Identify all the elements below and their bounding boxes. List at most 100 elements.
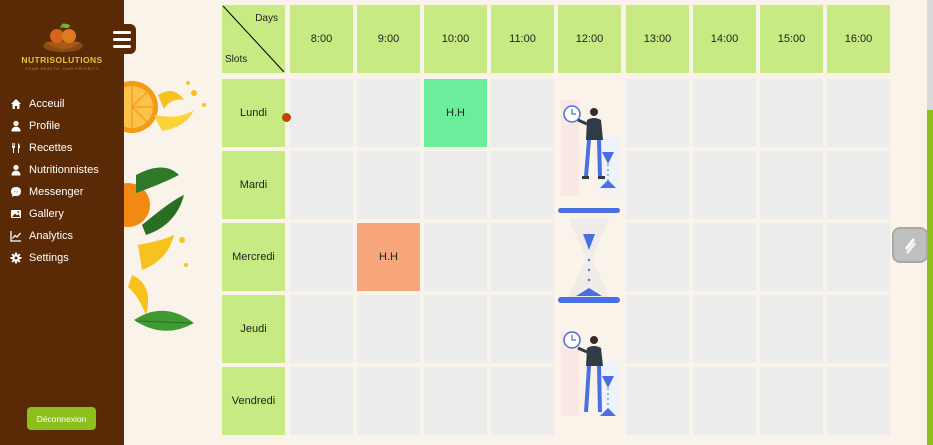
time-header: 16:00	[827, 5, 890, 73]
current-time-indicator	[282, 113, 291, 122]
sidebar-item-label: Profile	[29, 120, 61, 132]
slot-cell[interactable]	[827, 151, 890, 219]
slot-cell[interactable]	[760, 223, 823, 291]
gear-icon	[10, 252, 22, 264]
slot-cell[interactable]	[290, 223, 353, 291]
corner-days-label: Days	[255, 13, 278, 24]
logout-button[interactable]: Déconnexion	[27, 407, 96, 430]
hamburger-icon-bar	[113, 44, 131, 48]
sidebar-item-label: Messenger	[29, 186, 84, 198]
slot-cell[interactable]	[626, 295, 689, 363]
sidebar-item-label: Nutritionnistes	[29, 164, 99, 176]
hamburger-icon-bar	[113, 30, 131, 34]
slot-cell[interactable]	[424, 223, 487, 291]
logo-bowl-icon	[43, 23, 83, 52]
slot-cell[interactable]	[491, 295, 554, 363]
user-icon	[10, 164, 22, 176]
hamburger-icon-bar	[113, 37, 131, 41]
slot-cell[interactable]	[424, 295, 487, 363]
image-icon	[10, 208, 22, 220]
slot-cell[interactable]	[760, 151, 823, 219]
slot-cell[interactable]	[290, 151, 353, 219]
person-waiting-illustration	[556, 312, 622, 424]
sidebar-item-messenger[interactable]: Messenger	[0, 181, 124, 203]
user-icon	[10, 120, 22, 132]
slot-cell[interactable]	[491, 223, 554, 291]
slot-cell[interactable]	[626, 79, 689, 147]
slot-cell[interactable]	[290, 295, 353, 363]
slot-cell[interactable]	[760, 295, 823, 363]
sidebar-item-label: Acceuil	[29, 98, 65, 110]
sidebar-item-acceuil[interactable]: Acceuil	[0, 93, 124, 115]
time-header: 15:00	[760, 5, 823, 73]
person-waiting-illustration	[556, 80, 622, 216]
scrollbar-thumb[interactable]	[927, 110, 933, 445]
slot-cell[interactable]	[357, 79, 420, 147]
slot-cell[interactable]	[357, 295, 420, 363]
sidebar-item-gallery[interactable]: Gallery	[0, 203, 124, 225]
sidebar-item-label: Settings	[29, 252, 69, 264]
slot-cell[interactable]	[693, 223, 756, 291]
slot-cell[interactable]	[827, 79, 890, 147]
sidebar-item-label: Analytics	[29, 230, 74, 242]
sidebar-item-recettes[interactable]: Recettes	[0, 137, 124, 159]
slot-cell[interactable]	[357, 151, 420, 219]
slot-cell[interactable]	[424, 367, 487, 435]
slot-cell[interactable]	[827, 367, 890, 435]
sidebar-nav: Acceuil Profile Recettes Nutritionnistes…	[0, 93, 124, 269]
slot-cell[interactable]	[290, 367, 353, 435]
logo: NUTRISOLUTIONS YOUR HEALTH, OUR PRIORITY	[16, 18, 108, 76]
slot-cell[interactable]	[357, 367, 420, 435]
orange-splash-decoration	[124, 81, 206, 331]
time-header: 12:00	[558, 5, 621, 73]
slot-cell[interactable]	[290, 79, 353, 147]
sidebar-item-profile[interactable]: Profile	[0, 115, 124, 137]
stripe-logo-icon	[905, 238, 916, 254]
sidebar-item-label: Recettes	[29, 142, 73, 154]
floating-widget-button[interactable]	[892, 227, 928, 263]
time-header: 9:00	[357, 5, 420, 73]
brand-name: NUTRISOLUTIONS	[21, 55, 103, 65]
slot-cell[interactable]	[760, 367, 823, 435]
slot-cell-booked[interactable]: H.H	[424, 79, 487, 147]
utensils-icon	[10, 142, 22, 154]
slot-cell[interactable]	[491, 367, 554, 435]
slot-cell[interactable]	[626, 151, 689, 219]
sidebar-item-nutritionnistes[interactable]: Nutritionnistes	[0, 159, 124, 181]
slot-cell[interactable]	[760, 79, 823, 147]
slot-cell[interactable]	[693, 151, 756, 219]
chart-line-icon	[10, 230, 22, 242]
slot-cell[interactable]	[693, 295, 756, 363]
day-header: Mardi	[222, 151, 285, 219]
slot-cell-booked[interactable]: H.H	[357, 223, 420, 291]
day-header: Lundi	[222, 79, 285, 147]
sidebar-item-label: Gallery	[29, 208, 64, 220]
slot-cell[interactable]	[424, 151, 487, 219]
time-header: 11:00	[491, 5, 554, 73]
slot-cell[interactable]	[827, 295, 890, 363]
day-header: Jeudi	[222, 295, 285, 363]
slot-cell[interactable]	[827, 223, 890, 291]
slot-cell[interactable]	[693, 79, 756, 147]
time-header: 8:00	[290, 5, 353, 73]
timetable-corner: Days Slots	[222, 5, 285, 73]
home-icon	[10, 98, 22, 110]
corner-slots-label: Slots	[225, 54, 248, 65]
slot-cell[interactable]	[693, 367, 756, 435]
messenger-icon	[10, 186, 22, 198]
day-header: Vendredi	[222, 367, 285, 435]
time-header: 10:00	[424, 5, 487, 73]
slot-cell[interactable]	[491, 151, 554, 219]
time-header: 14:00	[693, 5, 756, 73]
hourglass-illustration	[556, 214, 622, 306]
day-header: Mercredi	[222, 223, 285, 291]
slot-cell[interactable]	[626, 367, 689, 435]
brand-tagline: YOUR HEALTH, OUR PRIORITY	[24, 66, 100, 71]
slot-cell[interactable]	[626, 223, 689, 291]
sidebar-item-analytics[interactable]: Analytics	[0, 225, 124, 247]
slot-cell[interactable]	[491, 79, 554, 147]
menu-toggle-button[interactable]	[108, 24, 136, 54]
time-header: 13:00	[626, 5, 689, 73]
sidebar: NUTRISOLUTIONS YOUR HEALTH, OUR PRIORITY…	[0, 0, 124, 445]
sidebar-item-settings[interactable]: Settings	[0, 247, 124, 269]
